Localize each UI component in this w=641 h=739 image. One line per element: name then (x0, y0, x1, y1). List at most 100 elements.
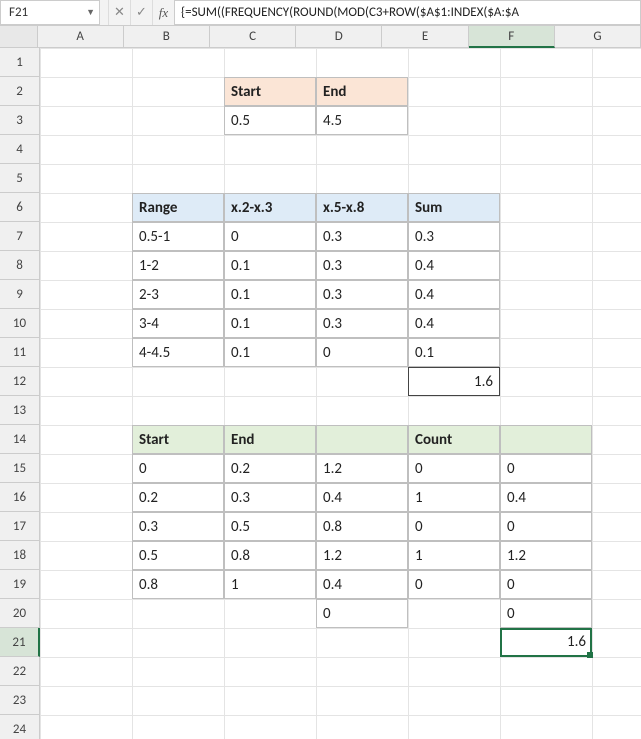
insert-function-button[interactable]: fx (152, 0, 174, 25)
cell-C18[interactable]: 0.8 (224, 541, 316, 570)
cell-C15[interactable]: 0.2 (224, 454, 316, 483)
cell-E9[interactable]: 0.4 (408, 280, 500, 309)
cell-D19[interactable]: 0.4 (316, 570, 408, 599)
col-header-F[interactable]: F (469, 26, 555, 48)
cell-C9[interactable]: 0.1 (224, 280, 316, 309)
row-header-22[interactable]: 22 (0, 657, 40, 686)
col-header-E[interactable]: E (382, 26, 468, 48)
cell-E16[interactable]: 1 (408, 483, 500, 512)
row-header-8[interactable]: 8 (0, 251, 40, 280)
row-header-21[interactable]: 21 (0, 628, 40, 657)
cell-C10[interactable]: 0.1 (224, 309, 316, 338)
cell-E6[interactable]: Sum (408, 193, 500, 222)
cell-D8[interactable]: 0.3 (316, 251, 408, 280)
row-header-3[interactable]: 3 (0, 106, 40, 135)
cell-C16[interactable]: 0.3 (224, 483, 316, 512)
cell-D10[interactable]: 0.3 (316, 309, 408, 338)
formula-cancel-button[interactable]: ✕ (108, 0, 130, 25)
row-header-2[interactable]: 2 (0, 77, 40, 106)
cell-F21[interactable]: 1.6 (500, 628, 592, 657)
select-all-corner[interactable] (0, 26, 38, 48)
row-header-20[interactable]: 20 (0, 599, 40, 628)
cell-B8[interactable]: 1-2 (132, 251, 224, 280)
row-header-7[interactable]: 7 (0, 222, 40, 251)
row-header-16[interactable]: 16 (0, 483, 40, 512)
cell-D11[interactable]: 0 (316, 338, 408, 367)
cell-B16[interactable]: 0.2 (132, 483, 224, 512)
cell-C14[interactable]: End (224, 425, 316, 454)
row-header-17[interactable]: 17 (0, 512, 40, 541)
cell-F20[interactable]: 0 (500, 599, 592, 628)
row-header-9[interactable]: 9 (0, 280, 40, 309)
cell-B18[interactable]: 0.5 (132, 541, 224, 570)
col-header-B[interactable]: B (124, 26, 210, 48)
col-header-G[interactable]: G (555, 26, 641, 48)
cell-D9[interactable]: 0.3 (316, 280, 408, 309)
cell-E15[interactable]: 0 (408, 454, 500, 483)
cell-C7[interactable]: 0 (224, 222, 316, 251)
cell-E18[interactable]: 1 (408, 541, 500, 570)
row-header-1[interactable]: 1 (0, 48, 40, 77)
cell-D14[interactable] (316, 425, 408, 454)
cell-B11[interactable]: 4-4.5 (132, 338, 224, 367)
formula-enter-button[interactable]: ✓ (130, 0, 152, 25)
col-header-C[interactable]: C (210, 26, 296, 48)
row-header-5[interactable]: 5 (0, 164, 40, 193)
row-header-18[interactable]: 18 (0, 541, 40, 570)
cell-D20[interactable]: 0 (316, 599, 408, 628)
row-header-6[interactable]: 6 (0, 193, 40, 222)
row-header-14[interactable]: 14 (0, 425, 40, 454)
cell-F14[interactable] (500, 425, 592, 454)
cell-B15[interactable]: 0 (132, 454, 224, 483)
cell-C6[interactable]: x.2-x.3 (224, 193, 316, 222)
cell-F17[interactable]: 0 (500, 512, 592, 541)
cell-F16[interactable]: 0.4 (500, 483, 592, 512)
cell-D7[interactable]: 0.3 (316, 222, 408, 251)
cell-D15[interactable]: 1.2 (316, 454, 408, 483)
cell-B10[interactable]: 3-4 (132, 309, 224, 338)
cell-E12[interactable]: 1.6 (408, 367, 500, 396)
cell-B19[interactable]: 0.8 (132, 570, 224, 599)
cell-D6[interactable]: x.5-x.8 (316, 193, 408, 222)
row-header-23[interactable]: 23 (0, 686, 40, 715)
row-header-12[interactable]: 12 (0, 367, 40, 396)
cell-C19[interactable]: 1 (224, 570, 316, 599)
cell-E19[interactable]: 0 (408, 570, 500, 599)
col-header-A[interactable]: A (38, 26, 124, 48)
cell-B6[interactable]: Range (132, 193, 224, 222)
cell-D2[interactable]: End (316, 77, 408, 106)
cell-D18[interactable]: 1.2 (316, 541, 408, 570)
cell-B9[interactable]: 2-3 (132, 280, 224, 309)
name-box[interactable]: F21 ▼ (0, 0, 100, 25)
cell-grid[interactable]: Start End 0.5 4.5 Range x.2-x.3 x.5-x.8 … (40, 48, 641, 739)
cell-B7[interactable]: 0.5-1 (132, 222, 224, 251)
cell-F19[interactable]: 0 (500, 570, 592, 599)
cell-F15[interactable]: 0 (500, 454, 592, 483)
cell-E14[interactable]: Count (408, 425, 500, 454)
cell-E11[interactable]: 0.1 (408, 338, 500, 367)
formula-input[interactable]: {=SUM((FREQUENCY(ROUND(MOD(C3+ROW($A$1:I… (174, 0, 641, 25)
row-header-11[interactable]: 11 (0, 338, 40, 367)
row-header-24[interactable]: 24 (0, 715, 40, 739)
cell-B17[interactable]: 0.3 (132, 512, 224, 541)
row-header-15[interactable]: 15 (0, 454, 40, 483)
cell-C17[interactable]: 0.5 (224, 512, 316, 541)
row-header-10[interactable]: 10 (0, 309, 40, 338)
cell-B14[interactable]: Start (132, 425, 224, 454)
col-header-D[interactable]: D (296, 26, 382, 48)
cell-E17[interactable]: 0 (408, 512, 500, 541)
row-header-19[interactable]: 19 (0, 570, 40, 599)
row-header-13[interactable]: 13 (0, 396, 40, 425)
cell-F18[interactable]: 1.2 (500, 541, 592, 570)
row-header-4[interactable]: 4 (0, 135, 40, 164)
cell-C3[interactable]: 0.5 (224, 106, 316, 135)
cell-D17[interactable]: 0.8 (316, 512, 408, 541)
cell-D16[interactable]: 0.4 (316, 483, 408, 512)
cell-E8[interactable]: 0.4 (408, 251, 500, 280)
cell-D3[interactable]: 4.5 (316, 106, 408, 135)
cell-C2[interactable]: Start (224, 77, 316, 106)
cell-C11[interactable]: 0.1 (224, 338, 316, 367)
cell-E10[interactable]: 0.4 (408, 309, 500, 338)
dropdown-icon[interactable]: ▼ (86, 7, 95, 18)
cell-E7[interactable]: 0.3 (408, 222, 500, 251)
